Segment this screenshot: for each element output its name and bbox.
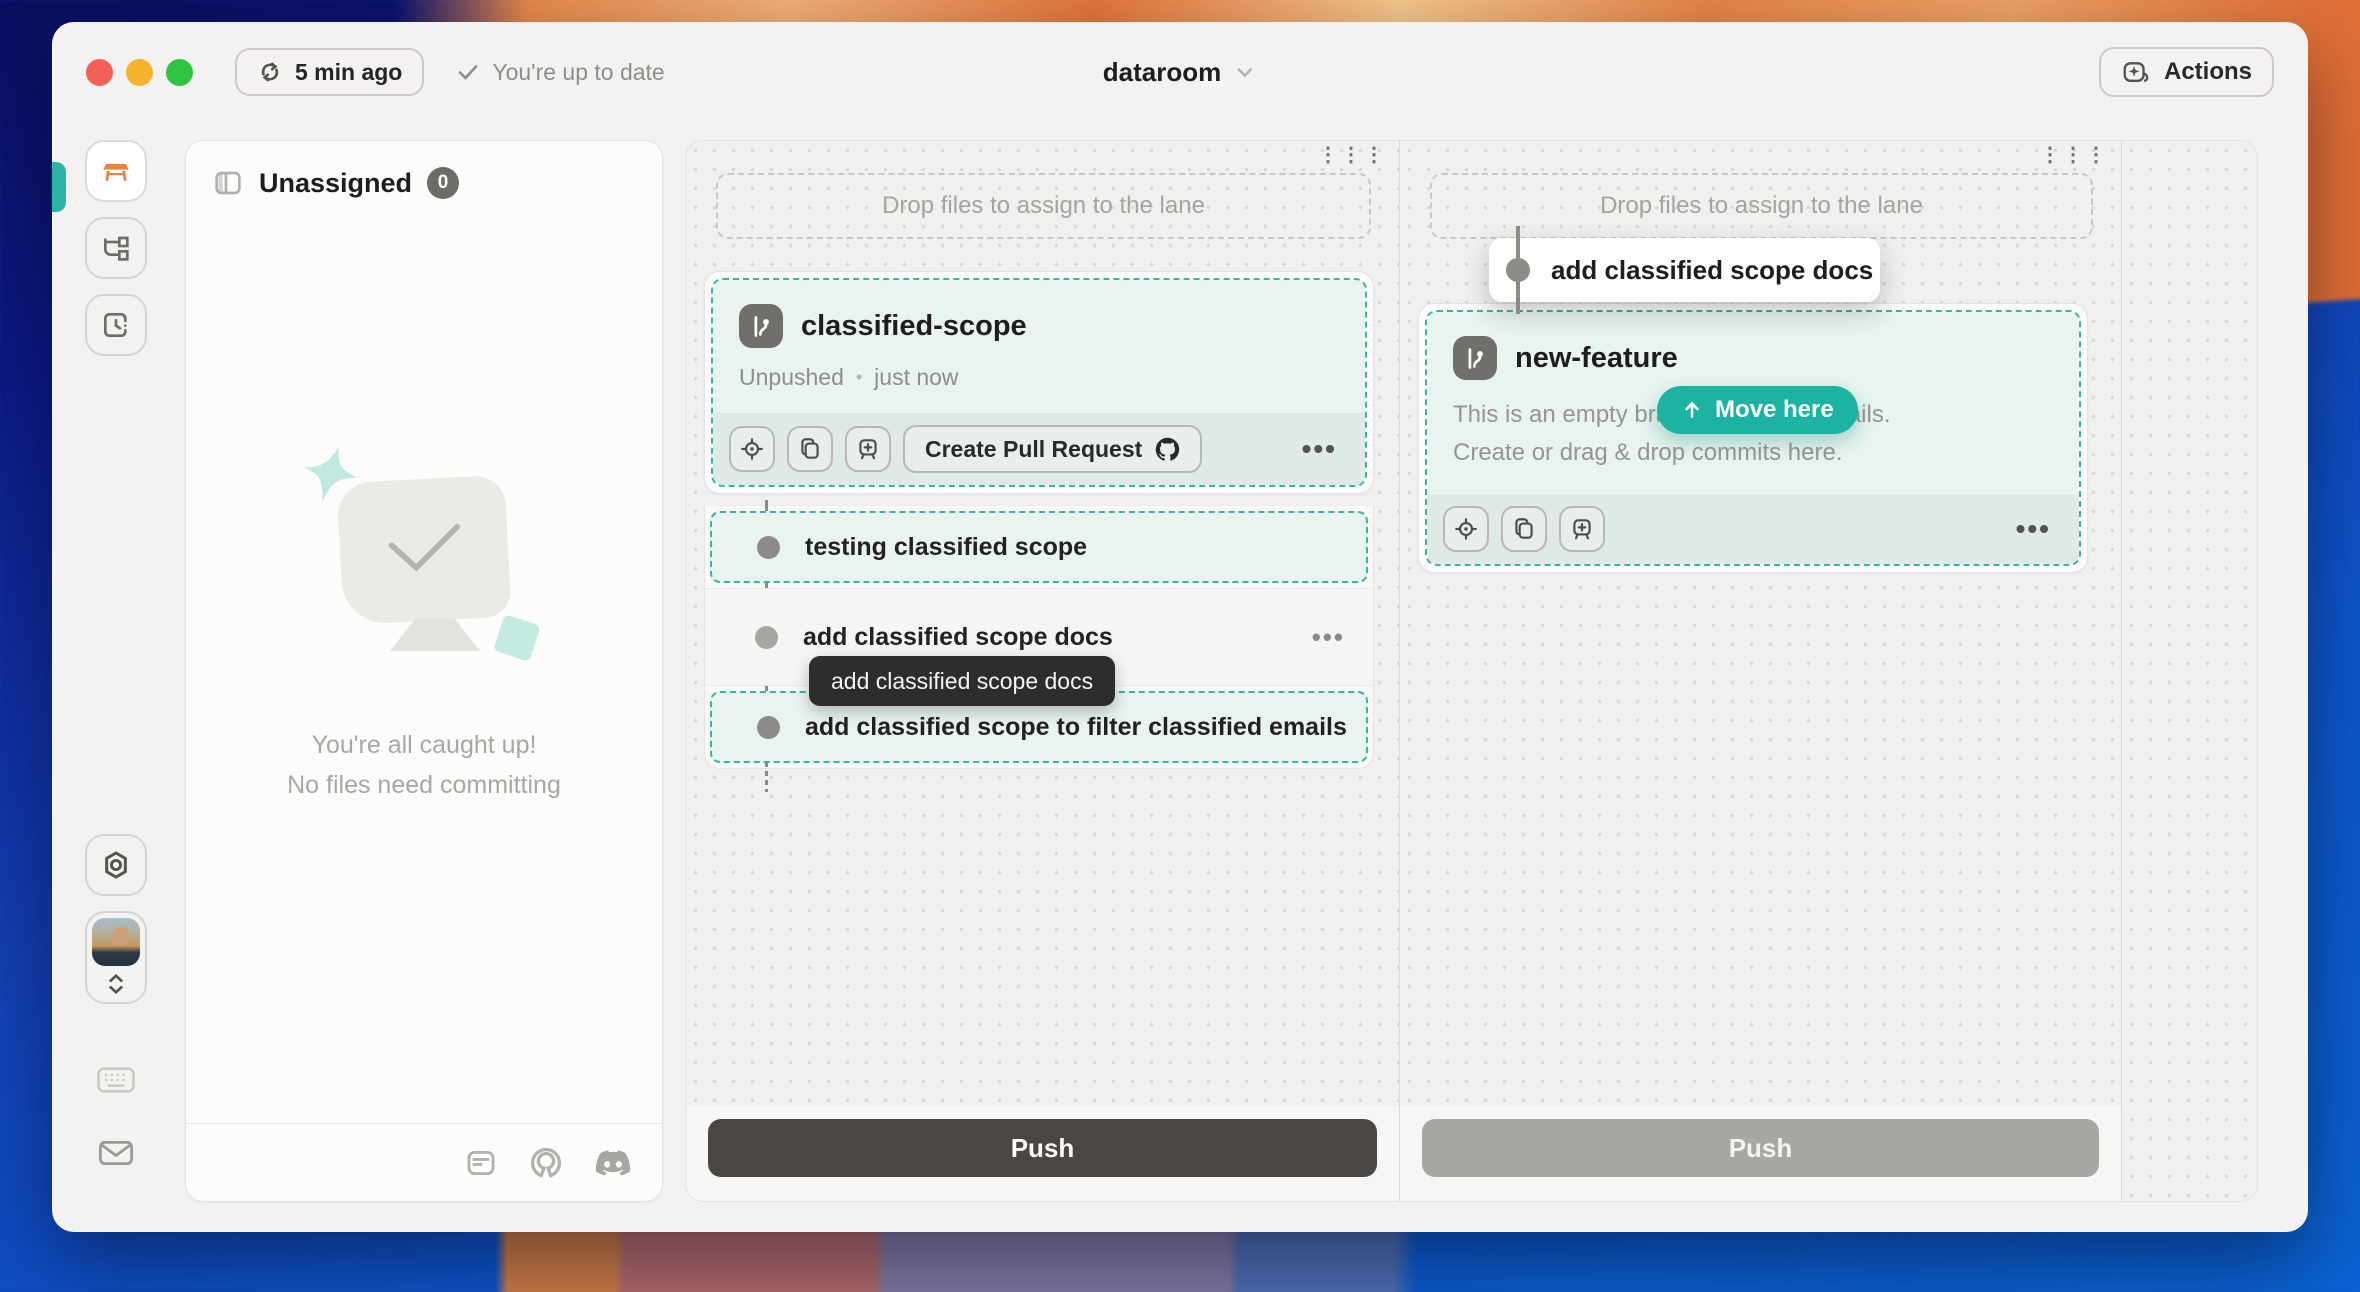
arrow-up-icon: [1681, 399, 1703, 421]
gitbutler-workbench-icon: [99, 154, 133, 188]
user-pill: [85, 911, 147, 1004]
lane2-footer: Push: [1400, 1106, 2121, 1201]
lane-new-feature: ⋮⋮⋮ Drop files to assign to the lane add…: [1399, 141, 2121, 1201]
branch-status: Unpushed: [739, 364, 844, 391]
empty-line1: You're all caught up!: [287, 725, 561, 765]
monitor-stand: [390, 619, 480, 651]
focus-branch-button[interactable]: [1443, 506, 1489, 552]
copy-branch-button[interactable]: [787, 426, 833, 472]
close-window-button[interactable]: [86, 59, 113, 86]
caught-up-illustration: [294, 441, 554, 691]
commit-dot: [757, 536, 780, 559]
lane1-drop-zone[interactable]: Drop files to assign to the lane: [716, 173, 1371, 239]
minimize-window-button[interactable]: [126, 59, 153, 86]
push-button-disabled[interactable]: Push: [1422, 1119, 2099, 1177]
app-window: 5 min ago You're up to date dataroom Act…: [52, 22, 2308, 1232]
empty-state: You're all caught up! No files need comm…: [186, 441, 662, 805]
actions-button[interactable]: Actions: [2099, 47, 2274, 97]
lane-drag-handle[interactable]: ⋮⋮⋮: [2040, 149, 2109, 161]
top-bar: 5 min ago You're up to date dataroom Act…: [52, 22, 2308, 122]
sync-button[interactable]: 5 min ago: [235, 48, 424, 96]
drag-commit-dot: [1506, 258, 1530, 282]
unassigned-count-badge: 0: [427, 167, 459, 199]
monitor-shape: [336, 475, 511, 626]
commit-dot: [757, 716, 780, 739]
drag-tooltip: add classified scope docs: [809, 656, 1115, 706]
traffic-lights: [86, 59, 193, 86]
branch-icon: [1453, 336, 1497, 380]
split-view-icon: [212, 167, 244, 199]
branch-icon: [739, 304, 783, 348]
focus-branch-button[interactable]: [729, 426, 775, 472]
panel-footer: [186, 1123, 662, 1201]
user-switcher-button[interactable]: [105, 972, 127, 996]
branch-action-bar: Create Pull Request •••: [713, 413, 1365, 485]
workspace: ⋮⋮⋮ Drop files to assign to the lane: [685, 140, 2258, 1202]
lane-classified-scope: ⋮⋮⋮ Drop files to assign to the lane: [686, 141, 1399, 1201]
branches-graph-icon: [100, 232, 132, 264]
add-dependent-branch-button[interactable]: [845, 426, 891, 472]
commit-menu-button[interactable]: •••: [1312, 622, 1345, 653]
branch-time: just now: [874, 364, 958, 391]
diamond-shape: [493, 614, 541, 662]
lane-drag-handle[interactable]: ⋮⋮⋮: [1318, 149, 1387, 161]
move-here-button[interactable]: Move here: [1657, 386, 1858, 434]
sidebar-item-workspace[interactable]: [85, 140, 147, 202]
sparkle-icon: [2121, 57, 2151, 87]
open-source-icon[interactable]: [528, 1145, 564, 1181]
project-selector[interactable]: dataroom: [1103, 57, 1257, 88]
sidebar-item-branches[interactable]: [85, 217, 147, 279]
unassigned-title: Unassigned: [259, 168, 412, 199]
branch-menu-button[interactable]: •••: [2016, 513, 2063, 545]
sync-icon: [257, 59, 283, 85]
check-icon: [456, 60, 480, 84]
mail-icon[interactable]: [97, 1138, 135, 1168]
sidebar-item-history[interactable]: [85, 294, 147, 356]
branch-meta: Unpushed • just now: [739, 364, 1339, 391]
branch-card-new-feature[interactable]: new-feature This is an empty branch. Cli…: [1418, 303, 2088, 573]
zoom-window-button[interactable]: [166, 59, 193, 86]
unassigned-panel: Unassigned 0 You're all caught up! No fi…: [185, 140, 663, 1202]
wallpaper-bottom-streaks: [0, 1222, 2360, 1292]
branch-header[interactable]: classified-scope Unpushed • just now: [713, 280, 1365, 413]
branch-card-classified-scope[interactable]: classified-scope Unpushed • just now: [704, 271, 1374, 494]
workspace-empty-column: [2121, 141, 2258, 1201]
dragged-commit-card[interactable]: add classified scope docs: [1489, 238, 1880, 302]
copy-branch-button[interactable]: [1501, 506, 1547, 552]
chevron-down-icon: [1233, 60, 1257, 84]
up-to-date-status: You're up to date: [456, 59, 664, 86]
project-name: dataroom: [1103, 57, 1221, 88]
discord-icon[interactable]: [594, 1148, 632, 1178]
history-clock-icon: [100, 309, 132, 341]
empty-line2: No files need committing: [287, 765, 561, 805]
branch-name: new-feature: [1515, 342, 1678, 375]
commit-row[interactable]: testing classified scope: [710, 511, 1368, 583]
sync-time-label: 5 min ago: [295, 59, 402, 86]
commit-dot: [755, 626, 778, 649]
avatar[interactable]: [92, 918, 140, 966]
branch-menu-button[interactable]: •••: [1302, 433, 1349, 465]
keyboard-shortcuts-icon[interactable]: [96, 1065, 136, 1095]
commit-line-dotted: [765, 762, 768, 792]
settings-button[interactable]: [85, 834, 147, 896]
github-icon: [1155, 437, 1180, 462]
lane1-footer: Push: [686, 1106, 1399, 1201]
branch-action-bar: •••: [1427, 494, 2079, 564]
active-tab-indicator: [52, 162, 66, 212]
left-sidebar: [52, 122, 180, 1232]
lane2-drop-zone[interactable]: Drop files to assign to the lane: [1430, 173, 2093, 239]
unassigned-header: Unassigned 0: [186, 141, 662, 199]
create-pull-request-button[interactable]: Create Pull Request: [903, 425, 1202, 473]
branch-name: classified-scope: [801, 310, 1027, 343]
lane2-body: ⋮⋮⋮ Drop files to assign to the lane add…: [1400, 141, 2121, 1108]
gear-icon: [100, 849, 132, 881]
push-button[interactable]: Push: [708, 1119, 1377, 1177]
commit-list: testing classified scope add classified …: [704, 506, 1374, 769]
changelog-icon[interactable]: [464, 1146, 498, 1180]
add-dependent-branch-button[interactable]: [1559, 506, 1605, 552]
lane1-body: ⋮⋮⋮ Drop files to assign to the lane: [686, 141, 1399, 1108]
